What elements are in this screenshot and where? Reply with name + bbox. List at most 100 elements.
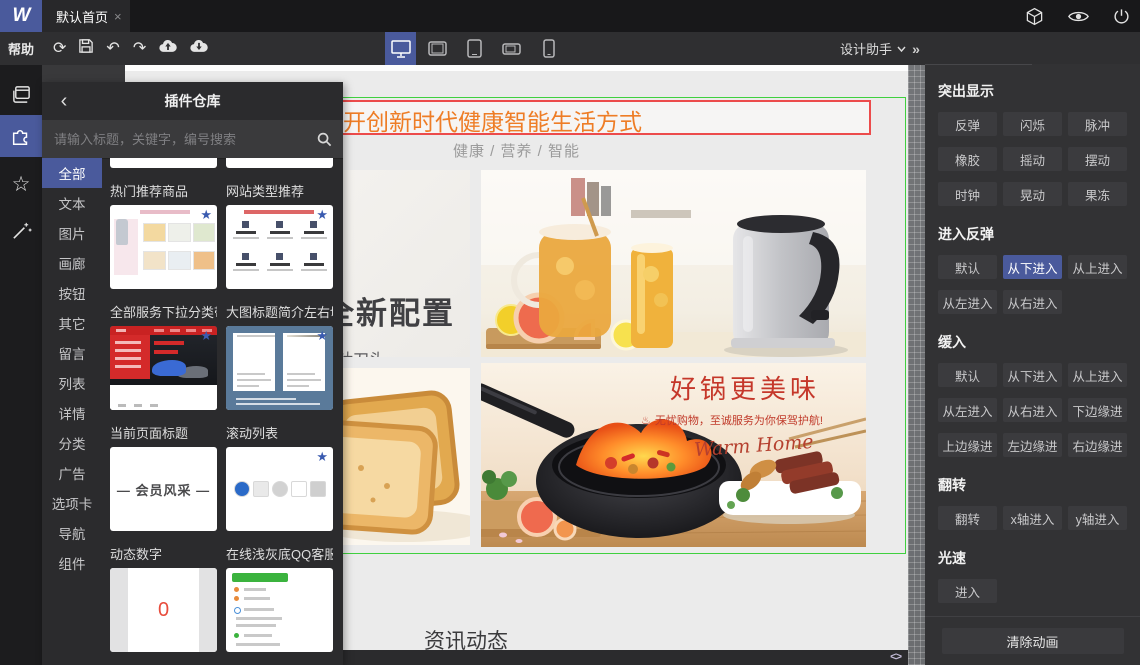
anim-option-button[interactable]: 闪烁: [1003, 112, 1062, 136]
help-button[interactable]: 帮助: [8, 32, 34, 65]
plugins-puzzle-icon[interactable]: [0, 115, 42, 157]
vertical-scrollbar[interactable]: [908, 65, 925, 665]
star-icon[interactable]: ★: [316, 449, 328, 465]
star-icon[interactable]: ★: [200, 207, 212, 223]
wok-banner[interactable]: 好锅更美味 ♨ 无忧购物，至诚服务为你保驾护航! Warm Home: [481, 363, 866, 547]
device-phone-portrait-button[interactable]: [533, 32, 564, 65]
category-item[interactable]: 图片: [42, 218, 102, 248]
undo-icon[interactable]: ↶: [106, 40, 119, 57]
category-item[interactable]: 选项卡: [42, 488, 102, 518]
anim-option-button[interactable]: 时钟: [938, 182, 997, 206]
animation-panel-footer: 清除动画: [925, 616, 1140, 665]
anim-option-button[interactable]: 默认: [938, 363, 997, 387]
plugin-thumbnail[interactable]: 0: [110, 568, 217, 652]
power-icon[interactable]: [1113, 8, 1130, 25]
anim-option-button[interactable]: 从左进入: [938, 290, 997, 314]
plugin-thumbnail[interactable]: — 会员风采 —: [110, 447, 217, 531]
category-item[interactable]: 文本: [42, 188, 102, 218]
plugin-card-partial[interactable]: [226, 158, 333, 168]
plugin-label: 热门推荐商品: [110, 184, 189, 199]
anim-option-button[interactable]: y轴进入: [1068, 506, 1127, 530]
plugin-thumbnail[interactable]: ★: [226, 205, 333, 289]
design-assistant-dropdown[interactable]: 设计助手: [840, 32, 906, 65]
section-title: 缓入: [938, 334, 966, 350]
section-light-speed: 光速 进入: [938, 548, 1127, 603]
category-item[interactable]: 组件: [42, 548, 102, 578]
page-tab-label: 默认首页: [56, 9, 109, 25]
page-tab[interactable]: 默认首页 ×: [42, 0, 130, 32]
redo-icon[interactable]: ↷: [133, 40, 146, 57]
device-desktop-button[interactable]: [385, 32, 416, 65]
anim-option-button[interactable]: 从左进入: [938, 398, 997, 422]
news-section-heading[interactable]: 资讯动态: [424, 625, 508, 650]
anim-option-button-selected[interactable]: 从下进入: [1003, 255, 1062, 279]
top-bar: W 默认首页 ×: [0, 0, 1140, 32]
cloud-download-icon[interactable]: [190, 39, 208, 58]
anim-option-button[interactable]: 左边缘进: [1003, 433, 1062, 457]
collapse-panel-button[interactable]: »: [906, 32, 926, 65]
category-item[interactable]: 详情: [42, 398, 102, 428]
category-item[interactable]: 其它: [42, 308, 102, 338]
wok-banner-tagline: ♨ 无忧购物，至诚服务为你保驾护航!: [641, 412, 823, 428]
anim-option-button[interactable]: 晃动: [1003, 182, 1062, 206]
cloud-upload-icon[interactable]: [159, 39, 177, 58]
refresh-icon[interactable]: ⟳: [53, 40, 66, 57]
anim-option-button[interactable]: 果冻: [1068, 182, 1127, 206]
anim-option-button[interactable]: 默认: [938, 255, 997, 279]
device-tablet-landscape-button[interactable]: [422, 32, 453, 65]
plugin-card-partial[interactable]: [110, 158, 217, 168]
category-item[interactable]: 列表: [42, 368, 102, 398]
plugin-thumbnail[interactable]: [226, 568, 333, 652]
category-item[interactable]: 画廊: [42, 248, 102, 278]
device-tablet-portrait-button[interactable]: [459, 32, 490, 65]
plugin-item: 动态数字 0: [110, 531, 217, 652]
pages-icon[interactable]: [0, 73, 42, 115]
components-cube-icon[interactable]: [1025, 7, 1044, 26]
anim-option-button[interactable]: 从上进入: [1068, 255, 1127, 279]
search-input[interactable]: [42, 131, 305, 147]
anim-option-button[interactable]: 下边缘进: [1068, 398, 1127, 422]
anim-option-button[interactable]: 右边缘进: [1068, 433, 1127, 457]
category-item[interactable]: 留言: [42, 338, 102, 368]
star-icon[interactable]: ★: [316, 207, 328, 223]
magic-wand-icon[interactable]: [0, 209, 42, 251]
kettle-photo-banner[interactable]: [481, 170, 866, 357]
anim-option-button[interactable]: 脉冲: [1068, 112, 1127, 136]
plugin-thumbnail[interactable]: ★: [226, 326, 333, 410]
favorites-star-icon[interactable]: ☆: [0, 163, 42, 205]
anim-option-button[interactable]: 橡胶: [938, 147, 997, 171]
save-icon[interactable]: [79, 39, 94, 58]
anim-option-button[interactable]: 从右进入: [1003, 290, 1062, 314]
clear-animation-button[interactable]: 清除动画: [941, 628, 1124, 654]
star-icon[interactable]: ★: [316, 328, 328, 344]
device-phone-landscape-button[interactable]: [496, 32, 527, 65]
star-icon[interactable]: ★: [200, 328, 212, 344]
app-logo[interactable]: W: [0, 0, 42, 32]
category-item[interactable]: 按钮: [42, 278, 102, 308]
anim-option-button[interactable]: 从上进入: [1068, 363, 1127, 387]
code-view-icon[interactable]: <>: [890, 651, 902, 663]
category-item[interactable]: 分类: [42, 428, 102, 458]
anim-option-button[interactable]: 摇动: [1003, 147, 1062, 171]
anim-option-button[interactable]: 摆动: [1068, 147, 1127, 171]
search-icon[interactable]: [305, 120, 343, 158]
plugin-thumbnail[interactable]: ★: [110, 205, 217, 289]
hero-title-text[interactable]: 开创新时代健康智能生活方式: [343, 103, 642, 137]
anim-option-button[interactable]: 进入: [938, 579, 997, 603]
plugin-thumbnail[interactable]: ★: [226, 447, 333, 531]
close-icon[interactable]: ×: [114, 9, 122, 24]
anim-option-button[interactable]: 上边缘进: [938, 433, 997, 457]
product-banner-feature1: 钛刀头: [337, 346, 385, 357]
preview-eye-icon[interactable]: [1068, 9, 1089, 24]
anim-option-button[interactable]: 从下进入: [1003, 363, 1062, 387]
category-item[interactable]: 广告: [42, 458, 102, 488]
category-item[interactable]: 导航: [42, 518, 102, 548]
anim-option-button[interactable]: 翻转: [938, 506, 997, 530]
category-item[interactable]: 全部: [42, 158, 102, 188]
anim-option-button[interactable]: 从右进入: [1003, 398, 1062, 422]
anim-option-button[interactable]: 反弹: [938, 112, 997, 136]
anim-option-button[interactable]: x轴进入: [1003, 506, 1062, 530]
plugin-label: 当前页面标题: [110, 426, 189, 441]
plugin-thumbnail[interactable]: ★: [110, 326, 217, 410]
plugin-label: 大图标题简介左右切...: [226, 305, 333, 320]
